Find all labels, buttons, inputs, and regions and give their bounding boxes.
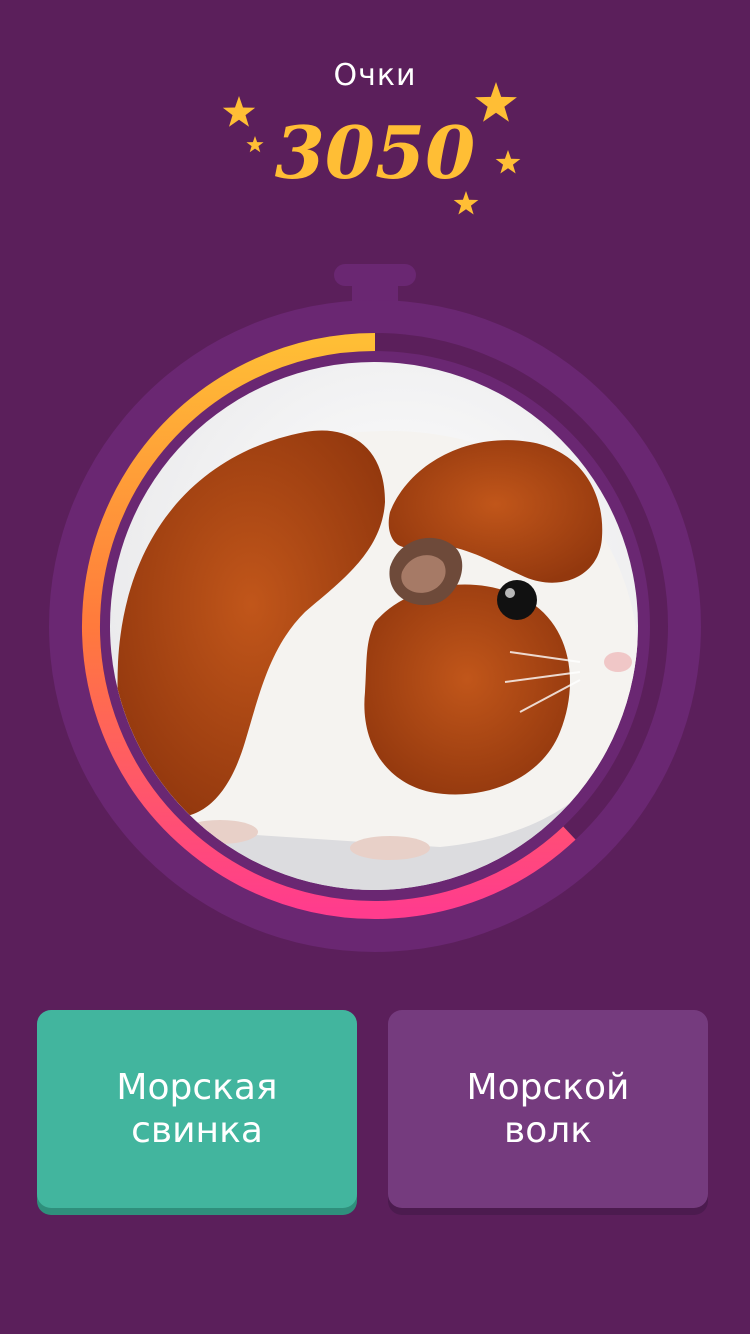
score-value: 3050 — [274, 110, 476, 195]
answer-button-1[interactable]: Морская свинка — [37, 1010, 357, 1208]
answer-button-2[interactable]: Морской волк — [388, 1010, 708, 1208]
star-icon — [453, 191, 479, 215]
score-label: Очки — [333, 58, 417, 93]
question-photo — [110, 362, 638, 890]
star-icon — [475, 82, 517, 122]
guinea-pig-icon — [110, 362, 638, 890]
answer-label: Морская свинка — [116, 1067, 278, 1151]
answer-label: Морской волк — [466, 1067, 630, 1151]
star-icon — [495, 150, 521, 174]
star-icon — [222, 96, 256, 127]
star-icon — [246, 136, 264, 153]
